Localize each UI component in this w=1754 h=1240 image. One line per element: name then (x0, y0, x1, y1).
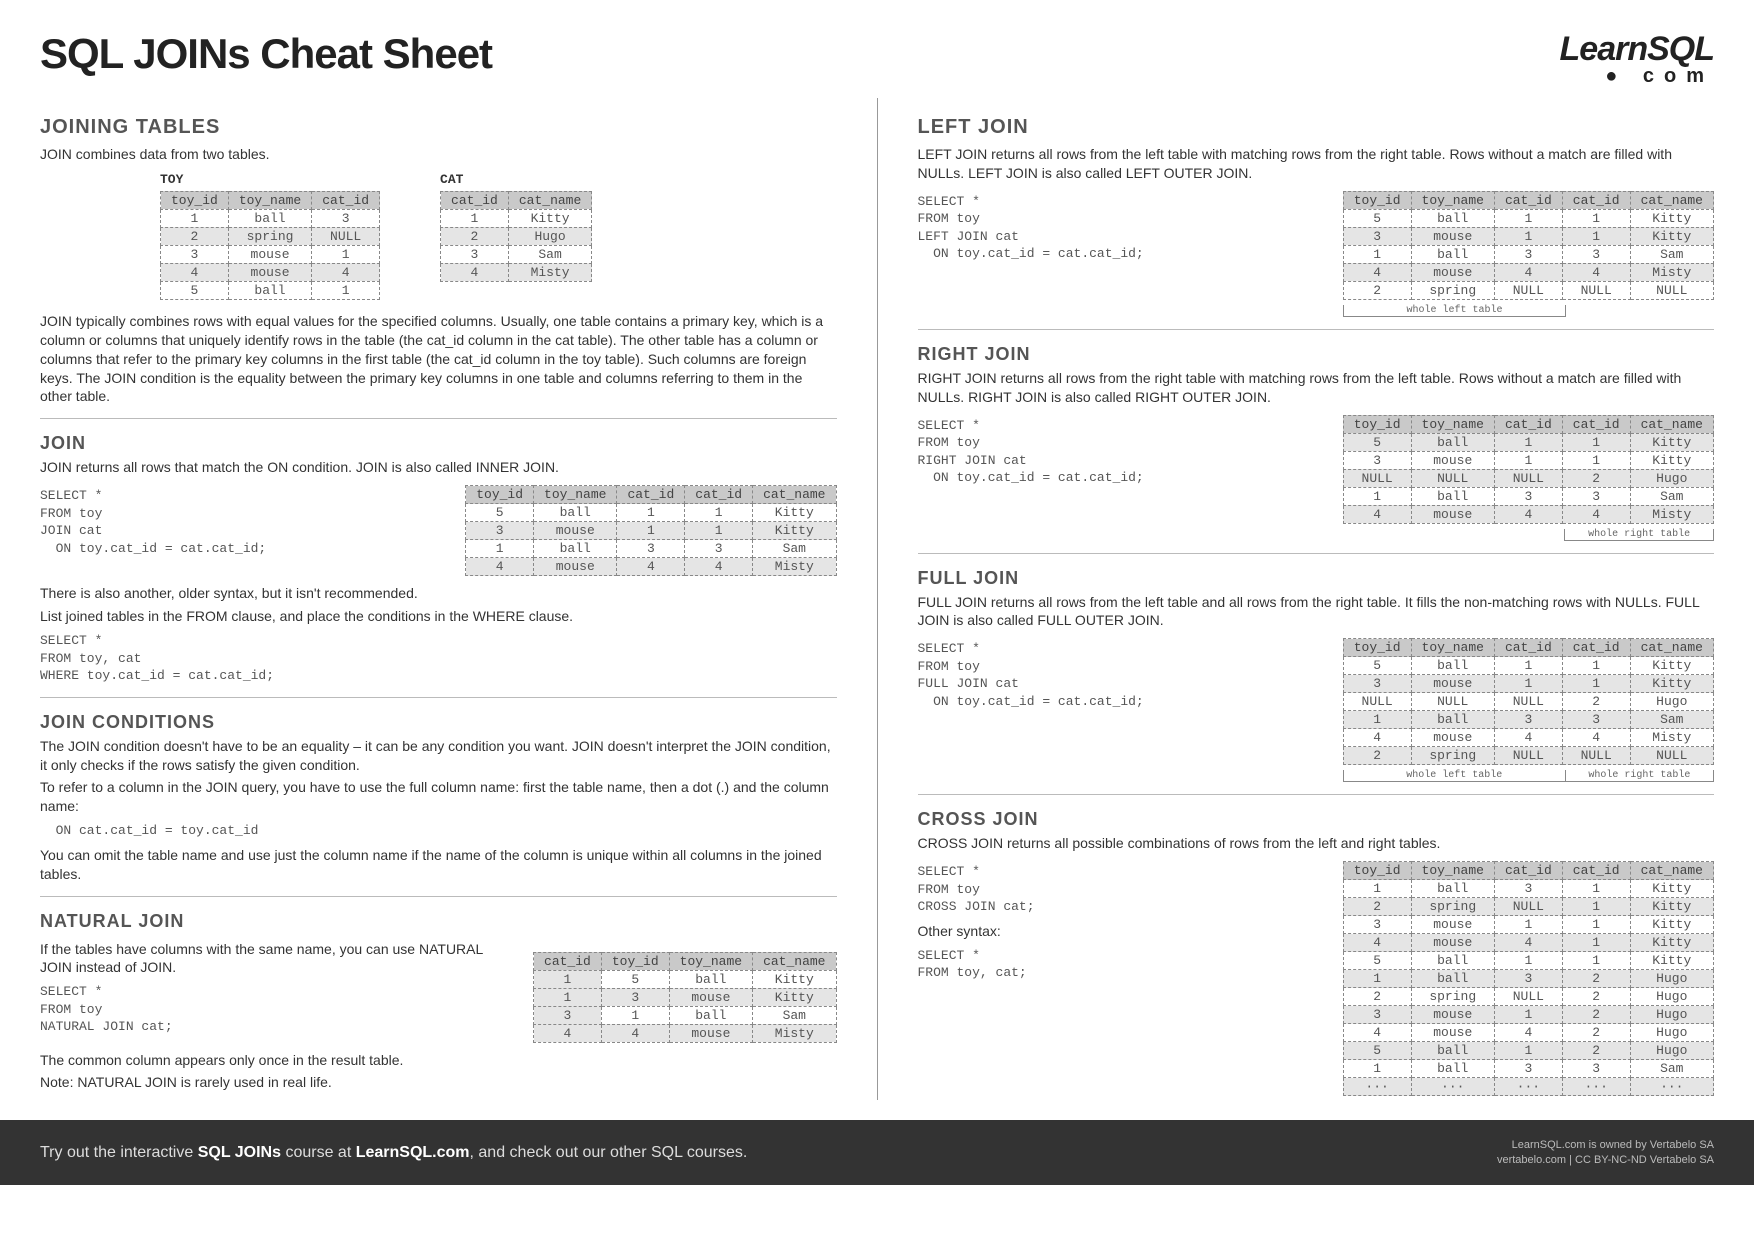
heading-full-join: FULL JOIN (918, 568, 1715, 589)
intro-text: JOIN combines data from two tables. (40, 145, 837, 164)
toy-table: toy_idtoy_namecat_id1ball32springNULL3mo… (160, 191, 380, 300)
divider-line (918, 794, 1715, 795)
left-join-footnote: whole left table (1343, 304, 1714, 317)
code-cond: ON cat.cat_id = toy.cat_id (40, 822, 837, 840)
footer-credits: LearnSQL.com is owned by Vertabelo SA ve… (1497, 1138, 1714, 1167)
code-natural: SELECT * FROM toy NATURAL JOIN cat; (40, 983, 503, 1036)
columns: JOINING TABLES JOIN combines data from t… (40, 98, 1714, 1100)
cond-text-1: The JOIN condition doesn't have to be an… (40, 737, 837, 775)
code-old: SELECT * FROM toy, cat WHERE toy.cat_id … (40, 632, 837, 685)
cross-join-text: CROSS JOIN returns all possible combinat… (918, 834, 1715, 853)
divider-line (918, 329, 1715, 330)
page-title: SQL JOINs Cheat Sheet (40, 30, 492, 78)
code-full-join: SELECT * FROM toy FULL JOIN cat ON toy.c… (918, 640, 1144, 710)
logo: LearnSQL ● com (1560, 30, 1714, 88)
right-join-text: RIGHT JOIN returns all rows from the rig… (918, 369, 1715, 407)
left-column: JOINING TABLES JOIN combines data from t… (40, 98, 837, 1100)
code-left-join: SELECT * FROM toy LEFT JOIN cat ON toy.c… (918, 193, 1144, 263)
divider-line (40, 697, 837, 698)
page: SQL JOINs Cheat Sheet LearnSQL ● com JOI… (0, 0, 1754, 1100)
join-description: JOIN typically combines rows with equal … (40, 312, 837, 406)
right-join-result-table: toy_idtoy_namecat_idcat_idcat_name5ball1… (1343, 415, 1714, 524)
cond-text-3: You can omit the table name and use just… (40, 846, 837, 884)
full-join-result-table: toy_idtoy_namecat_idcat_idcat_name5ball1… (1343, 638, 1714, 765)
heading-natural-join: NATURAL JOIN (40, 911, 837, 932)
heading-right-join: RIGHT JOIN (918, 344, 1715, 365)
topbar: SQL JOINs Cheat Sheet LearnSQL ● com (40, 30, 1714, 88)
heading-joining-tables: JOINING TABLES (40, 116, 837, 139)
heading-cross-join: CROSS JOIN (918, 809, 1715, 830)
divider-line (918, 553, 1715, 554)
left-join-text: LEFT JOIN returns all rows from the left… (918, 145, 1715, 183)
divider-line (40, 896, 837, 897)
full-join-footnote: whole left table whole right table (1343, 769, 1714, 782)
code-cross-join-2: SELECT * FROM toy, cat; (918, 947, 1035, 982)
code-right-join: SELECT * FROM toy RIGHT JOIN cat ON toy.… (918, 417, 1144, 487)
cross-join-result-table: toy_idtoy_namecat_idcat_idcat_name1ball3… (1343, 861, 1714, 1096)
old-syntax-1: There is also another, older syntax, but… (40, 584, 837, 603)
code-cross-join-1: SELECT * FROM toy CROSS JOIN cat; (918, 863, 1035, 916)
nat-text-2: The common column appears only once in t… (40, 1051, 837, 1070)
join-result-table: toy_idtoy_namecat_idcat_idcat_name5ball1… (465, 485, 836, 576)
heading-left-join: LEFT JOIN (918, 116, 1715, 139)
right-column: LEFT JOIN LEFT JOIN returns all rows fro… (918, 98, 1715, 1100)
logo-line1: LearnSQL (1560, 30, 1714, 69)
left-join-result-table: toy_idtoy_namecat_idcat_idcat_name5ball1… (1343, 191, 1714, 300)
footer-cta: Try out the interactive SQL JOINs course… (40, 1144, 747, 1162)
natural-result-table: cat_idtoy_idtoy_namecat_name15ballKitty1… (533, 952, 836, 1043)
toy-caption: TOY (160, 172, 380, 187)
cat-table: cat_idcat_name1Kitty2Hugo3Sam4Misty (440, 191, 592, 282)
full-join-text: FULL JOIN returns all rows from the left… (918, 593, 1715, 631)
cond-text-2: To refer to a column in the JOIN query, … (40, 778, 837, 816)
code-join: SELECT * FROM toy JOIN cat ON toy.cat_id… (40, 487, 266, 557)
column-divider (877, 98, 878, 1100)
nat-text-1: If the tables have columns with the same… (40, 940, 503, 978)
heading-join: JOIN (40, 433, 837, 454)
join-text: JOIN returns all rows that match the ON … (40, 458, 837, 477)
right-join-footnote: whole right table (1343, 528, 1714, 541)
old-syntax-2: List joined tables in the FROM clause, a… (40, 607, 837, 626)
footer: Try out the interactive SQL JOINs course… (0, 1120, 1754, 1185)
heading-join-conditions: JOIN CONDITIONS (40, 712, 837, 733)
cat-caption: CAT (440, 172, 592, 187)
nat-text-3: Note: NATURAL JOIN is rarely used in rea… (40, 1073, 837, 1092)
divider-line (40, 418, 837, 419)
source-tables: TOY toy_idtoy_namecat_id1ball32springNUL… (40, 172, 837, 304)
cross-other-syntax: Other syntax: (918, 922, 1035, 941)
